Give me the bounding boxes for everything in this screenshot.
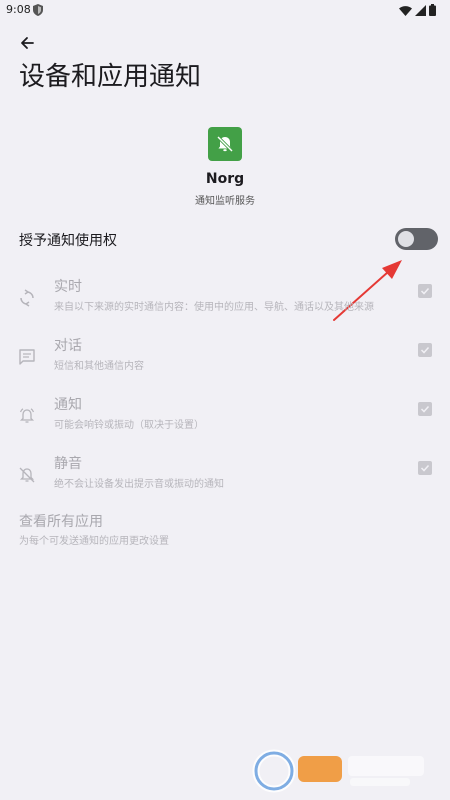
grant-access-label: 授予通知使用权 — [19, 233, 117, 249]
wifi-icon — [399, 5, 412, 16]
bell-off-icon — [19, 467, 35, 483]
permission-title: 静音 — [54, 456, 82, 472]
back-button[interactable] — [14, 30, 40, 56]
status-bar: 9:08 — [0, 0, 450, 22]
bell-off-icon — [216, 135, 234, 153]
permission-checkbox-conversation[interactable] — [418, 343, 432, 357]
app-subtitle: 通知监听服务 — [195, 196, 255, 207]
permission-subtitle: 来自以下来源的实时通信内容：使用中的应用、导航、通话以及其他来源 — [54, 302, 374, 313]
message-icon — [19, 349, 35, 365]
grant-access-toggle[interactable] — [395, 228, 438, 250]
permission-title: 通知 — [54, 397, 82, 413]
app-name: Norg — [205, 171, 245, 187]
permission-row-realtime[interactable]: 实时 来自以下来源的实时通信内容：使用中的应用、导航、通话以及其他来源 — [0, 276, 450, 332]
permission-row-conversation[interactable]: 对话 短信和其他通信内容 — [0, 335, 450, 391]
permission-checkbox-silent[interactable] — [418, 461, 432, 475]
permission-subtitle: 短信和其他通信内容 — [54, 361, 144, 372]
status-icons — [399, 4, 436, 16]
signal-icon — [415, 4, 426, 16]
sync-icon — [20, 289, 34, 307]
permission-title: 对话 — [54, 338, 82, 354]
view-all-apps-subtitle: 为每个可发送通知的应用更改设置 — [19, 536, 169, 547]
arrow-left-icon — [21, 37, 34, 49]
shield-icon — [33, 4, 43, 16]
watermark-logo — [252, 749, 424, 793]
permission-title: 实时 — [54, 279, 82, 295]
check-icon — [420, 287, 430, 295]
permission-subtitle: 绝不会让设备发出提示音或振动的通知 — [54, 479, 224, 490]
app-icon — [208, 127, 242, 161]
view-all-apps-link[interactable]: 查看所有应用 — [19, 511, 103, 531]
permission-row-notification[interactable]: 通知 可能会响铃或振动（取决于设置） — [0, 394, 450, 450]
permission-checkbox-notification[interactable] — [418, 402, 432, 416]
check-icon — [420, 464, 430, 472]
permission-row-silent[interactable]: 静音 绝不会让设备发出提示音或振动的通知 — [0, 453, 450, 509]
toggle-knob — [398, 231, 414, 247]
check-icon — [420, 405, 430, 413]
permission-subtitle: 可能会响铃或振动（取决于设置） — [54, 420, 204, 431]
page-title: 设备和应用通知 — [19, 62, 202, 92]
status-time: 9:08 — [6, 3, 31, 16]
battery-icon — [429, 4, 436, 16]
permission-checkbox-realtime[interactable] — [418, 284, 432, 298]
check-icon — [420, 346, 430, 354]
bell-icon — [19, 408, 35, 423]
